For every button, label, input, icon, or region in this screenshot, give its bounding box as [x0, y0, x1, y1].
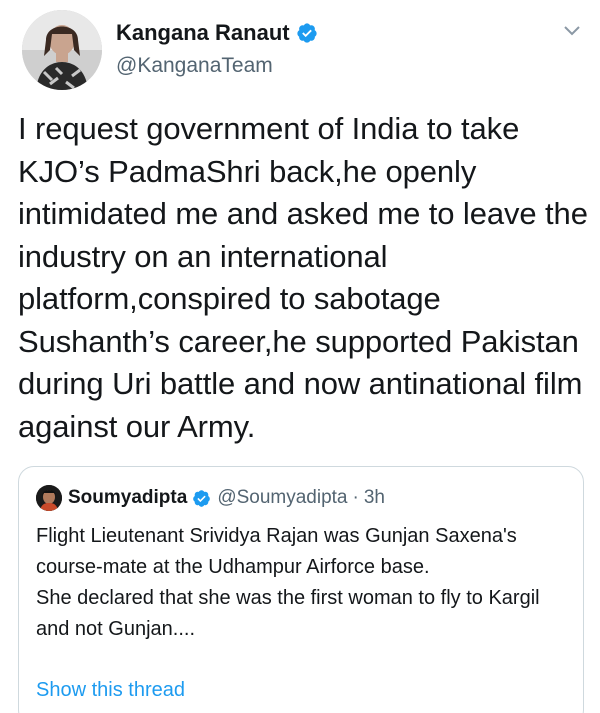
author-names: Kangana Ranaut @KanganaTeam [116, 18, 318, 78]
verified-badge-icon [296, 23, 317, 43]
author-handle[interactable]: @KanganaTeam [116, 54, 318, 78]
quoted-author-name: Soumyadipta [68, 487, 188, 508]
show-thread-link[interactable]: Show this thread [36, 679, 185, 702]
verified-badge-icon [193, 489, 211, 507]
avatar-photo [22, 10, 102, 90]
tweet-text: I request government of India to take KJ… [18, 111, 588, 444]
quoted-tweet-header: Soumyadipta @Soumyadipta · 3h [36, 485, 385, 511]
quoted-author-avatar [36, 485, 62, 511]
author-display-name[interactable]: Kangana Ranaut [116, 20, 290, 46]
quoted-text-paragraph-2: She declared that she was the first woma… [36, 587, 540, 640]
chevron-down-icon[interactable] [562, 20, 582, 40]
display-name-row: Kangana Ranaut [116, 18, 318, 48]
quoted-tweet-card[interactable]: Soumyadipta @Soumyadipta · 3h Flight Lie… [18, 466, 584, 713]
quoted-tweet-text: Flight Lieutenant Srividya Rajan was Gun… [36, 521, 571, 645]
quoted-author-handle: @Soumyadipta [217, 487, 348, 508]
quoted-text-paragraph-1: Flight Lieutenant Srividya Rajan was Gun… [36, 525, 517, 578]
author-avatar[interactable] [22, 10, 102, 90]
tweet-header: Kangana Ranaut @KanganaTeam [22, 10, 582, 94]
quoted-avatar-photo [36, 485, 62, 511]
separator-dot: · [352, 487, 359, 508]
quoted-tweet-time: 3h [363, 487, 385, 508]
